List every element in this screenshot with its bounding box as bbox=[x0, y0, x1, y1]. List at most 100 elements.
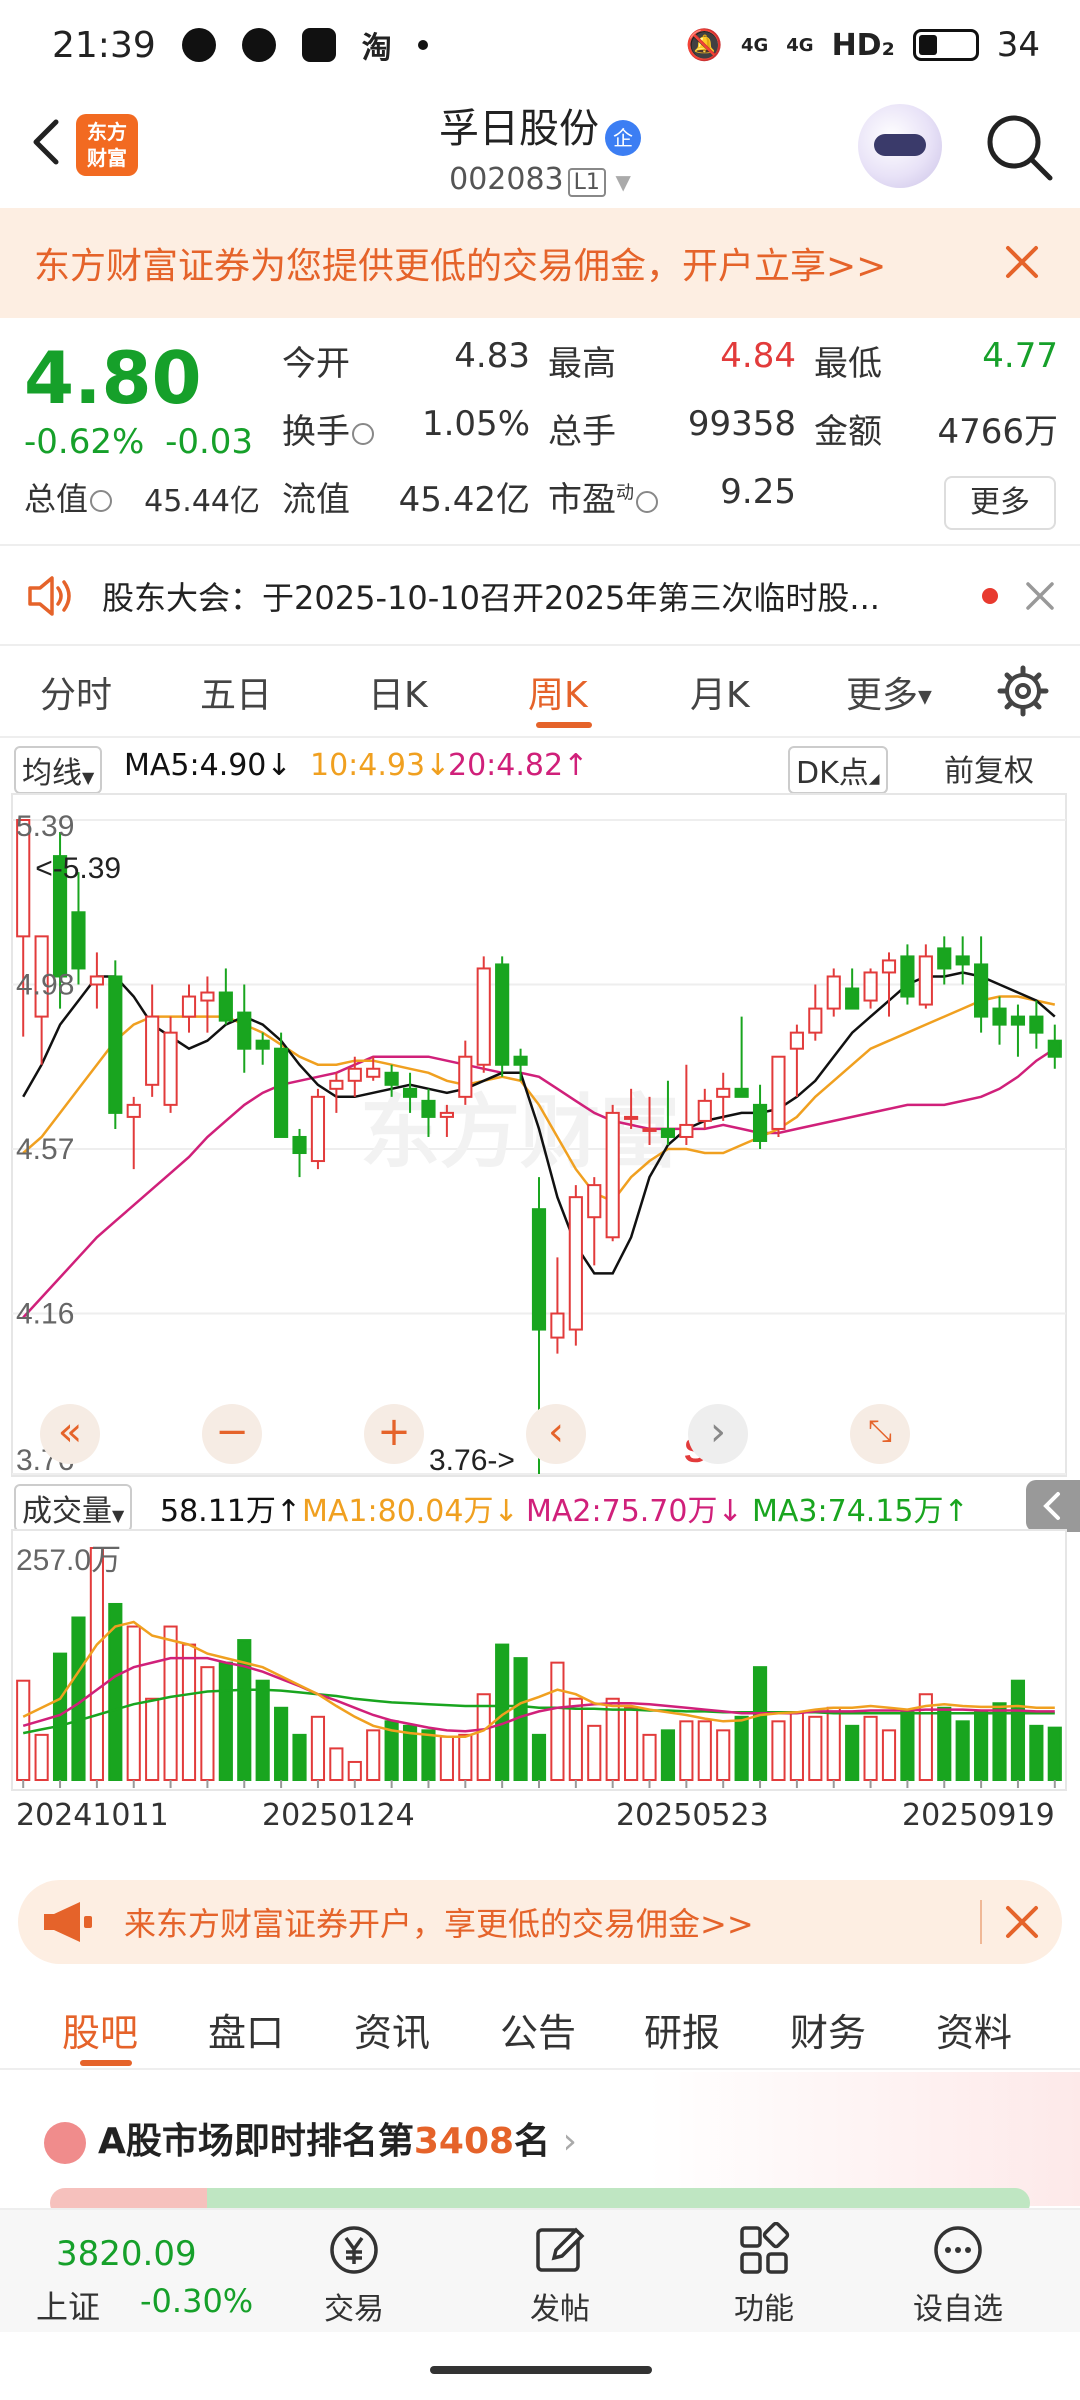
candle-body bbox=[826, 975, 841, 1010]
volume-bar bbox=[568, 1697, 583, 1781]
close-icon[interactable] bbox=[1002, 1902, 1042, 1942]
indicator-selector[interactable]: 均线▼ bbox=[14, 746, 103, 794]
nav-post[interactable]: 发帖 bbox=[500, 2222, 620, 2328]
volume-max-label: 257.0万 bbox=[16, 1544, 121, 1577]
candle-body bbox=[145, 1015, 160, 1086]
market-cap-label[interactable]: 总值 bbox=[24, 474, 113, 520]
tab-pankou[interactable]: 盘口 bbox=[208, 2002, 284, 2057]
tab-more-periods[interactable]: 更多▼ bbox=[846, 666, 932, 718]
unread-dot bbox=[982, 588, 998, 604]
volume-bar bbox=[752, 1666, 768, 1781]
volume-bar bbox=[974, 1711, 989, 1781]
tab-finance[interactable]: 财务 bbox=[790, 2002, 866, 2057]
hd-icon: HD₂ bbox=[831, 27, 895, 63]
nav-trade[interactable]: 交易 bbox=[294, 2222, 414, 2328]
high-label: 最高 bbox=[548, 344, 616, 384]
more-quote-button[interactable]: 更多 bbox=[944, 476, 1056, 530]
candle-body bbox=[900, 955, 915, 998]
low-label: 最低 bbox=[814, 344, 882, 384]
volume-bar bbox=[826, 1706, 841, 1781]
volume-bar bbox=[660, 1729, 676, 1781]
megaphone-icon bbox=[44, 1902, 92, 1942]
candle-body bbox=[734, 1087, 749, 1098]
high-value: 4.84 bbox=[720, 336, 796, 376]
volume-bar bbox=[624, 1706, 639, 1781]
vol-ma1-value: MA1:80.04万↓ bbox=[302, 1494, 519, 1529]
fullscreen-icon[interactable]: ⤡ bbox=[850, 1404, 910, 1464]
volume-bar bbox=[347, 1760, 362, 1781]
tab-announcements[interactable]: 公告 bbox=[500, 2002, 576, 2057]
tab-profile[interactable]: 资料 bbox=[936, 2002, 1012, 2057]
dk-point-selector[interactable]: DK点◢ bbox=[788, 746, 888, 794]
volume-bar bbox=[292, 1733, 307, 1782]
market-ranking[interactable]: A股市场即时排名第3408名 › bbox=[0, 2072, 1080, 2218]
volume-indicator-selector[interactable]: 成交量▼ bbox=[14, 1484, 133, 1532]
expand-panel-icon[interactable] bbox=[1026, 1480, 1080, 1532]
zoom-out-icon[interactable]: − bbox=[202, 1404, 262, 1464]
index-name: 上证 bbox=[36, 2288, 101, 2326]
index-change: -0.30% bbox=[140, 2282, 254, 2320]
volume-bar bbox=[734, 1715, 749, 1782]
search-icon[interactable] bbox=[982, 110, 1056, 184]
tab-monthly-k[interactable]: 月K bbox=[690, 666, 750, 718]
mute-icon: 🔕 bbox=[685, 27, 723, 63]
adjust-selector[interactable]: 前复权 bbox=[938, 746, 1040, 790]
divider bbox=[980, 1900, 982, 1944]
assistant-robot-icon[interactable] bbox=[858, 104, 942, 188]
x-label: 20250523 bbox=[616, 1798, 769, 1833]
close-icon[interactable] bbox=[1022, 578, 1058, 614]
candle-body bbox=[108, 975, 123, 1114]
promo-banner-top[interactable]: 东方财富证券为您提供更低的交易佣金，开户立享>> bbox=[0, 208, 1080, 318]
volume-bar bbox=[808, 1715, 823, 1782]
tab-intraday[interactable]: 分时 bbox=[40, 666, 112, 718]
float-cap-value: 45.42亿 bbox=[398, 480, 530, 520]
step-right-icon[interactable]: › bbox=[688, 1404, 748, 1464]
gear-icon[interactable] bbox=[996, 664, 1050, 718]
close-icon[interactable] bbox=[1002, 242, 1042, 282]
clock: 21:39 bbox=[52, 24, 156, 66]
tab-research[interactable]: 研报 bbox=[644, 2002, 720, 2057]
volume-bar bbox=[531, 1733, 547, 1782]
kline-chart[interactable]: 东方财富 5.394.984.574.163.76<-5.393.76->S bbox=[0, 790, 1080, 1480]
tab-five-day[interactable]: 五日 bbox=[200, 666, 272, 718]
home-indicator bbox=[430, 2366, 652, 2374]
level-badge: L1 bbox=[567, 167, 606, 197]
candle-body bbox=[918, 955, 933, 1006]
promo-banner-bottom[interactable]: 来东方财富证券开户，享更低的交易佣金>> bbox=[18, 1880, 1062, 1964]
volume-bar bbox=[181, 1643, 197, 1781]
zoom-in-icon[interactable]: + bbox=[364, 1404, 424, 1464]
min-price-label: 3.76-> bbox=[429, 1444, 515, 1477]
candle-body bbox=[495, 963, 510, 1066]
nav-add-watchlist[interactable]: 设自选 bbox=[898, 2222, 1018, 2328]
tab-news[interactable]: 资讯 bbox=[354, 2002, 430, 2057]
stock-code: 002083 bbox=[449, 161, 564, 197]
volume-bar bbox=[200, 1666, 215, 1781]
volume-bar bbox=[697, 1720, 712, 1781]
tab-weekly-k[interactable]: 周K bbox=[528, 666, 588, 718]
volume-bar bbox=[458, 1733, 473, 1782]
promo-text: 来东方财富证券开户，享更低的交易佣金>> bbox=[124, 1905, 754, 1943]
nav-features[interactable]: 功能 bbox=[704, 2222, 824, 2328]
volume-bar bbox=[605, 1697, 620, 1781]
tab-guba[interactable]: 股吧 bbox=[62, 2002, 138, 2057]
scroll-left-icon[interactable]: « bbox=[40, 1404, 100, 1464]
candle-body bbox=[421, 1099, 436, 1118]
turnover-label[interactable]: 换手 bbox=[282, 404, 374, 453]
volume-chart[interactable]: 257.0万 bbox=[0, 1528, 1080, 1792]
index-value: 3820.09 bbox=[56, 2234, 197, 2274]
candle-body bbox=[771, 1055, 786, 1130]
candle-body bbox=[642, 1127, 657, 1132]
vol-ma2-value: MA2:75.70万↓ bbox=[526, 1494, 743, 1529]
stock-detail-screen: 21:39 淘 🔕 4G 4G HD₂ 34 东方 财富 孚日股份企 00208… bbox=[0, 0, 1080, 2400]
candle-body bbox=[89, 975, 104, 986]
tab-daily-k[interactable]: 日K bbox=[368, 666, 428, 718]
pe-label[interactable]: 市盈动 bbox=[548, 472, 658, 521]
volume-bar bbox=[255, 1679, 270, 1782]
notice-bar[interactable]: 股东大会：于2025-10-10召开2025年第三次临时股... bbox=[0, 548, 1080, 646]
candle-body bbox=[808, 1007, 823, 1034]
candle-body bbox=[163, 1031, 178, 1106]
info-icon bbox=[352, 422, 374, 445]
step-left-icon[interactable]: ‹ bbox=[526, 1404, 586, 1464]
candle-body bbox=[366, 1067, 381, 1078]
volume-bar bbox=[881, 1729, 897, 1781]
